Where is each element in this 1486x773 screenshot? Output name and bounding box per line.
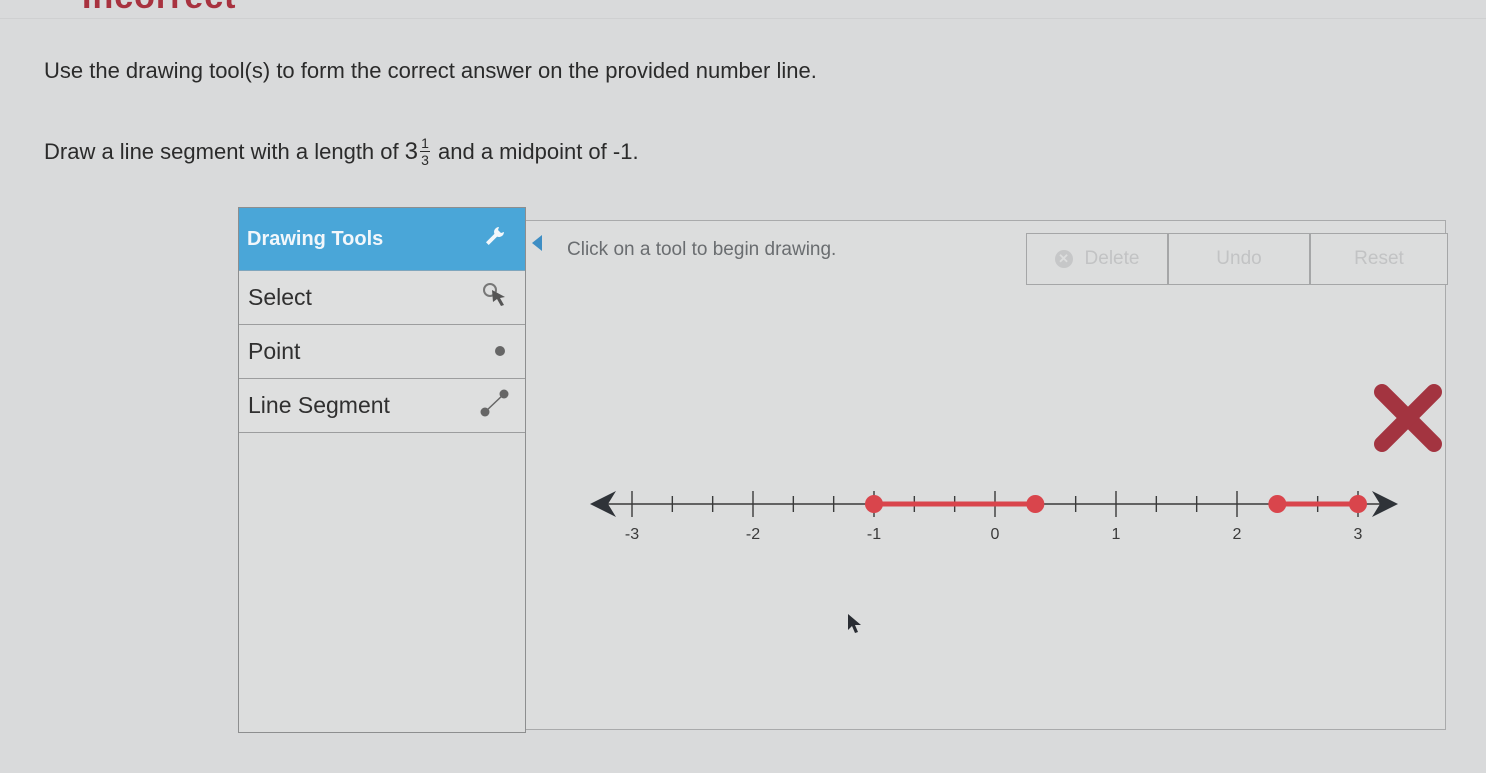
- fraction-numerator: 1: [421, 135, 429, 151]
- segment-endpoint: [865, 495, 883, 513]
- header-divider: [0, 18, 1486, 19]
- wrench-icon: [483, 224, 507, 254]
- question-prefix: Draw a line segment with a length of: [44, 138, 399, 164]
- question-text: Draw a line segment with a length of 3 1…: [44, 136, 639, 167]
- drawing-tools-title: Drawing Tools: [247, 227, 384, 250]
- tool-select[interactable]: Select: [239, 271, 525, 325]
- number-line[interactable]: -3 -2 -1 0 1 2 3: [582, 478, 1412, 548]
- incorrect-x-icon: [1374, 384, 1442, 452]
- tick-label: -2: [746, 526, 760, 543]
- delete-x-icon: ✕: [1054, 250, 1073, 268]
- collapse-panel-arrow-icon[interactable]: [532, 235, 542, 251]
- drawing-canvas[interactable]: Click on a tool to begin drawing. ✕ Dele…: [526, 220, 1448, 730]
- tool-line-segment[interactable]: Line Segment: [239, 379, 525, 433]
- mixed-number-whole: 3: [404, 137, 418, 165]
- tick-label: 2: [1233, 526, 1242, 543]
- tick-label: 0: [991, 526, 1000, 543]
- tool-line-segment-label: Line Segment: [248, 392, 390, 418]
- select-cursor-icon: [481, 281, 511, 315]
- reset-button-label: Reset: [1354, 248, 1404, 269]
- segment-endpoint: [1349, 495, 1367, 513]
- undo-button[interactable]: Undo: [1168, 233, 1310, 285]
- tick-label: 1: [1112, 526, 1121, 543]
- undo-button-label: Undo: [1216, 248, 1262, 269]
- point-icon: [481, 338, 511, 365]
- drawing-tools-panel: Drawing Tools Select Point Line Segment: [238, 207, 526, 733]
- line-segment-icon: [477, 386, 511, 426]
- segment-endpoint: [1268, 495, 1287, 513]
- tick-label: 3: [1354, 526, 1363, 543]
- fraction-denominator: 3: [421, 152, 429, 168]
- question-suffix: and a midpoint of -1.: [438, 138, 639, 164]
- canvas-toolbar: Click on a tool to begin drawing. ✕ Dele…: [526, 221, 1448, 287]
- tool-select-label: Select: [248, 284, 312, 310]
- tick-label: -1: [867, 526, 881, 543]
- fraction: 1 3: [420, 136, 430, 167]
- mouse-cursor-icon: [848, 614, 861, 633]
- instruction-text: Use the drawing tool(s) to form the corr…: [44, 58, 817, 83]
- delete-button[interactable]: ✕ Delete: [1026, 233, 1168, 285]
- tool-point-label: Point: [248, 338, 301, 364]
- tool-point[interactable]: Point: [239, 325, 525, 379]
- segment-endpoint: [1026, 495, 1045, 513]
- result-status-heading: Incorrect: [82, 0, 237, 17]
- tick-label: -3: [625, 526, 639, 543]
- delete-button-label: Delete: [1084, 248, 1140, 269]
- drawing-tools-header[interactable]: Drawing Tools: [239, 208, 525, 271]
- reset-button[interactable]: Reset: [1310, 233, 1448, 285]
- toolbar-hint: Click on a tool to begin drawing.: [567, 239, 837, 260]
